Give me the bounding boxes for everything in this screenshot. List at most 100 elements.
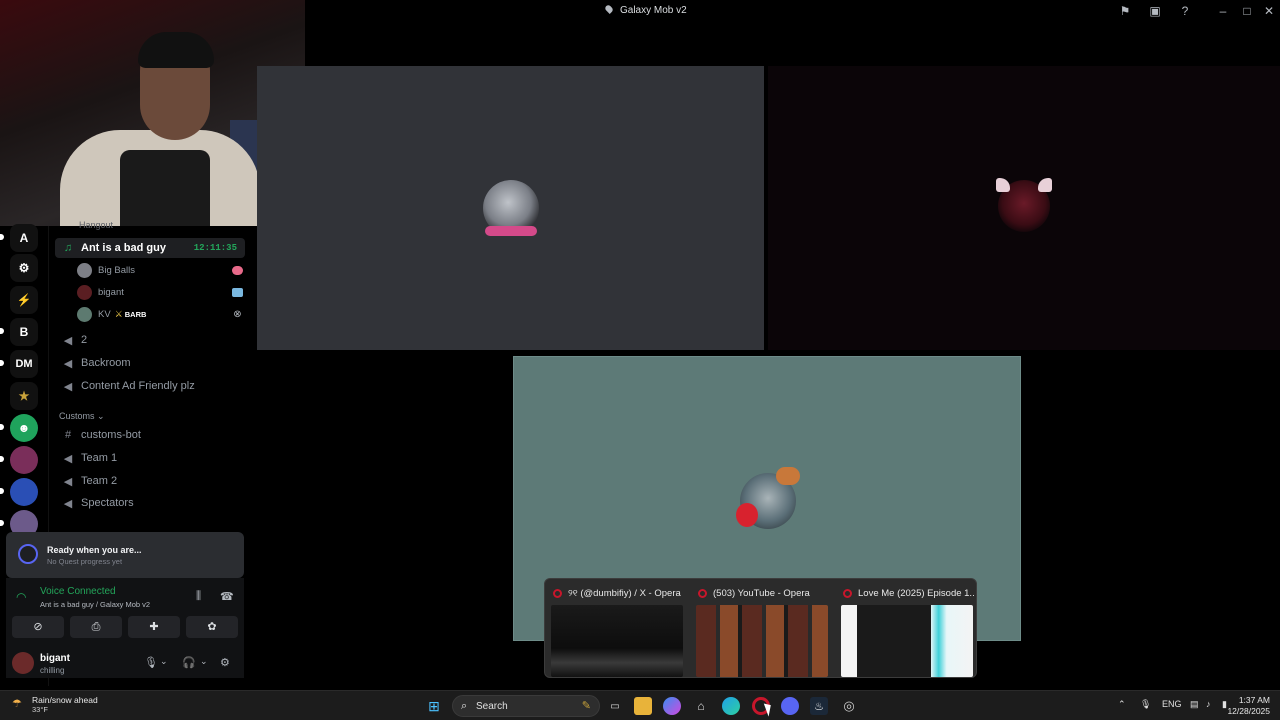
voice-member[interactable]: Big Balls	[77, 260, 243, 280]
direct-messages-icon[interactable]: DM	[10, 350, 38, 378]
avatar[interactable]	[12, 652, 34, 674]
chevron-up-icon[interactable]: ⌃	[1118, 699, 1126, 710]
steam-icon[interactable]: ♨	[810, 697, 828, 715]
close-icon[interactable]: ✕	[1262, 4, 1276, 18]
file-explorer-icon[interactable]	[634, 697, 652, 715]
cat-ear-decoration	[996, 178, 1010, 192]
server-icon[interactable]: ★	[10, 382, 38, 410]
unread-dot	[0, 488, 4, 494]
microphone-tray-icon[interactable]: 🎙	[1140, 699, 1151, 710]
unread-dot	[0, 360, 4, 366]
opera-icon	[553, 589, 562, 598]
discord-icon[interactable]	[781, 697, 799, 715]
voice-channel-active[interactable]: ♫ Ant is a bad guy 12:11:35	[55, 238, 245, 258]
chevron-down-icon[interactable]: ⌄	[200, 656, 208, 667]
thumbnail-title: (503) YouTube - Opera	[698, 588, 830, 599]
voice-channel[interactable]: ◀ Content Ad Friendly plz	[55, 376, 245, 396]
window-thumbnail[interactable]: Love Me (2025) Episode 1...	[837, 583, 977, 677]
server-icon[interactable]: ⚙	[10, 254, 38, 282]
voice-channel[interactable]: ◀ Spectators	[55, 493, 245, 513]
minimize-icon[interactable]: –	[1216, 4, 1230, 18]
category-header[interactable]: Customs ⌄	[59, 411, 105, 422]
windows-start-icon[interactable]: ⊞	[425, 697, 443, 715]
battery-icon[interactable]: ▮	[1222, 699, 1227, 710]
weather-icon: ☂	[12, 698, 22, 710]
noise-suppression-icon[interactable]: ⫼	[196, 590, 201, 603]
disconnect-icon[interactable]: ☎	[220, 590, 234, 603]
gear-icon[interactable]: ⚙	[220, 656, 230, 669]
person-shirt	[120, 150, 210, 226]
microphone-icon[interactable]: 🎙	[144, 656, 158, 669]
server-icon[interactable]: A	[10, 224, 38, 252]
volume-icon[interactable]: ♪	[1206, 699, 1211, 709]
language-indicator[interactable]: ENG	[1162, 699, 1182, 709]
participant-tile[interactable]	[257, 66, 764, 350]
flag-icon[interactable]: ⚑	[1118, 4, 1132, 18]
help-icon[interactable]: ?	[1178, 4, 1192, 18]
speaker-icon: ◀	[63, 357, 73, 370]
voice-status[interactable]: Voice Connected	[40, 586, 116, 597]
balloon-decoration	[736, 503, 758, 527]
quest-icon	[18, 544, 38, 564]
voice-channel[interactable]: ◀ Team 2	[55, 471, 245, 491]
camera-off-button[interactable]: ⊘	[12, 616, 64, 638]
participant-tile[interactable]	[768, 66, 1280, 350]
thumbnail-preview	[551, 605, 683, 677]
cat-ear-decoration	[1038, 178, 1052, 192]
chevron-down-icon: ⌄	[97, 411, 105, 421]
member-tag: BARB	[124, 309, 147, 319]
location-pin-icon	[604, 4, 614, 14]
server-icon[interactable]: B	[10, 318, 38, 346]
voice-member[interactable]: KV ⚔ BARB ⊗	[77, 304, 243, 324]
store-icon[interactable]: ⌂	[692, 697, 710, 715]
unread-dot	[0, 234, 4, 240]
headphones-icon[interactable]: 🎧	[182, 656, 196, 669]
opera-icon	[843, 589, 852, 598]
window-thumbnail[interactable]: (503) YouTube - Opera	[692, 583, 832, 677]
person-hair	[138, 32, 214, 68]
fox-decoration	[776, 467, 800, 485]
obs-icon[interactable]: ◎	[840, 697, 858, 715]
thumbnail-preview	[841, 605, 973, 677]
partial-channel-label: Hangout	[79, 220, 114, 230]
task-view-icon[interactable]: ▭	[606, 697, 624, 715]
maximize-icon[interactable]: □	[1240, 4, 1254, 18]
speaker-icon: ◀	[63, 497, 73, 510]
unread-dot	[0, 424, 4, 430]
speaker-icon: ♫	[63, 242, 73, 254]
thumbnail-title: Love Me (2025) Episode 1...	[843, 588, 975, 599]
activities-button[interactable]: ✚	[128, 616, 180, 638]
quest-card[interactable]: Ready when you are... No Quest progress …	[6, 532, 244, 578]
desktop: { "window": { "title": "Galaxy Mob v2" }…	[0, 0, 1280, 720]
copilot-icon[interactable]	[663, 697, 681, 715]
text-channel[interactable]: # customs-bot	[55, 425, 245, 445]
search-box[interactable]: ⌕ Search ✎	[452, 695, 600, 717]
edge-icon[interactable]	[722, 697, 740, 715]
inbox-icon[interactable]: ▣	[1148, 4, 1162, 18]
server-icon[interactable]	[10, 478, 38, 506]
activity-icon	[232, 265, 243, 275]
signal-icon: ◠	[16, 590, 27, 604]
network-icon[interactable]: ▤	[1190, 699, 1199, 710]
avatar	[77, 262, 92, 278]
soundboard-button[interactable]: ✿	[186, 616, 238, 638]
window-thumbnail[interactable]: ୨୧ (@dumbifiy) / X - Opera	[547, 583, 687, 677]
user-panel: bigant chilling 🎙 ⌄ 🎧 ⌄ ⚙	[6, 646, 244, 682]
voice-channel[interactable]: ◀ Team 1	[55, 448, 245, 468]
screen-share-button[interactable]: ⎙	[70, 616, 122, 638]
username[interactable]: bigant	[40, 653, 70, 664]
taskbar-thumbnail-popup: ୨୧ (@dumbifiy) / X - Opera (503) YouTube…	[544, 578, 977, 678]
server-icon[interactable]	[10, 446, 38, 474]
server-icon[interactable]: ⚡	[10, 286, 38, 314]
speaker-icon: ◀	[63, 452, 73, 465]
weather-widget[interactable]: ☂ Rain/snow ahead 33°F	[12, 695, 98, 714]
chevron-down-icon[interactable]: ⌄	[160, 656, 168, 667]
voice-channel[interactable]: ◀ Backroom	[55, 353, 245, 373]
voice-channel[interactable]: ◀ 2	[55, 330, 245, 350]
system-clock[interactable]: 1:37 AM 12/28/2025	[1227, 695, 1270, 717]
voice-location[interactable]: Ant is a bad guy / Galaxy Mob v2	[40, 600, 150, 609]
voice-member[interactable]: bigant	[77, 282, 243, 302]
unread-dot	[0, 520, 4, 526]
thumbnail-title: ୨୧ (@dumbifiy) / X - Opera	[553, 588, 685, 599]
server-icon[interactable]: ☻	[10, 414, 38, 442]
